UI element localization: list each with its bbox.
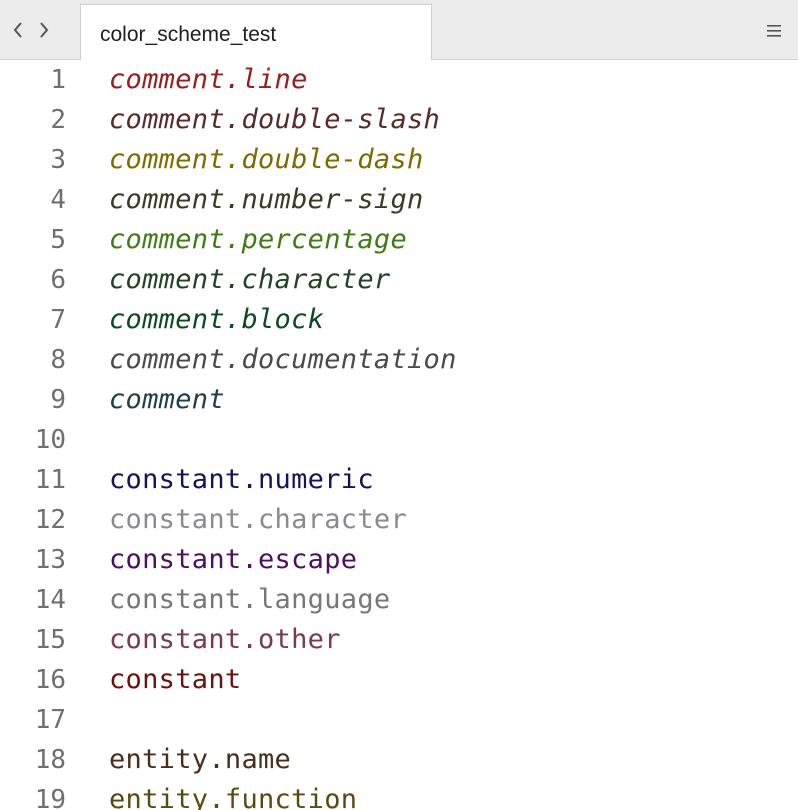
code-text: constant (109, 664, 242, 695)
line-number: 7 (50, 305, 66, 335)
code-line[interactable]: 15 constant.other (0, 620, 798, 660)
code-text: constant.character (109, 504, 407, 535)
code-line[interactable]: 3 comment.double-dash (0, 140, 798, 180)
code-editor[interactable]: 1 comment.line 2 comment.double-slash 3 comme… (0, 60, 798, 810)
code-line[interactable]: 6 comment.character (0, 260, 798, 300)
line-number: 15 (34, 625, 66, 655)
code-text: comment.number-sign (109, 184, 424, 215)
code-line[interactable]: 5 comment.percentage (0, 220, 798, 260)
code-line[interactable]: 4 comment.number-sign (0, 180, 798, 220)
line-number: 3 (50, 145, 66, 175)
tab-color-scheme-test[interactable]: color_scheme_test (80, 4, 432, 61)
code-line[interactable]: 7 comment.block (0, 300, 798, 340)
navigation-arrows (10, 18, 52, 42)
code-line[interactable]: 16 constant (0, 660, 798, 700)
line-number: 9 (50, 385, 66, 415)
code-text: comment.documentation (109, 344, 457, 375)
hamburger-menu-icon[interactable] (764, 20, 784, 42)
line-number: 16 (34, 665, 66, 695)
code-line[interactable]: 13 constant.escape (0, 540, 798, 580)
chevron-right-icon[interactable] (36, 18, 52, 42)
code-line[interactable]: 1 comment.line (0, 60, 798, 100)
code-text: entity.name (109, 744, 292, 775)
line-number: 19 (34, 785, 66, 810)
code-text: comment.percentage (109, 224, 407, 255)
line-number: 5 (50, 225, 66, 255)
line-number: 2 (50, 105, 66, 135)
code-line[interactable]: 18 entity.name (0, 740, 798, 780)
code-line[interactable]: 19 entity.function (0, 780, 798, 810)
code-text: comment (109, 384, 225, 415)
code-text: comment.double-dash (109, 144, 424, 175)
code-line[interactable]: 2 comment.double-slash (0, 100, 798, 140)
line-number: 1 (50, 65, 66, 95)
code-text: constant.other (109, 624, 341, 655)
editor-window: color_scheme_test 1 comment.line 2 comment.… (0, 0, 798, 810)
code-line[interactable]: 12 constant.character (0, 500, 798, 540)
code-text: comment.double-slash (109, 104, 441, 135)
line-number: 18 (34, 745, 66, 775)
code-text: comment.line (109, 64, 308, 95)
tab-bar: color_scheme_test (0, 0, 798, 61)
code-line[interactable]: 8 comment.documentation (0, 340, 798, 380)
line-number: 11 (34, 465, 66, 495)
code-line[interactable]: 14 constant.language (0, 580, 798, 620)
code-text: constant.language (109, 584, 391, 615)
line-number: 8 (50, 345, 66, 375)
line-number: 6 (50, 265, 66, 295)
code-line[interactable]: 11 constant.numeric (0, 460, 798, 500)
code-text: constant.numeric (109, 464, 374, 495)
chevron-left-icon[interactable] (10, 18, 26, 42)
line-number: 17 (34, 705, 66, 735)
line-number: 13 (34, 545, 66, 575)
line-number: 12 (34, 505, 66, 535)
code-line[interactable]: 9 comment (0, 380, 798, 420)
line-number: 10 (34, 425, 66, 455)
code-line[interactable]: 17 (0, 700, 798, 740)
code-text: comment.block (109, 304, 325, 335)
code-text: constant.escape (109, 544, 358, 575)
code-text: entity.function (109, 784, 358, 810)
line-number: 14 (34, 585, 66, 615)
line-number: 4 (50, 185, 66, 215)
code-line[interactable]: 10 (0, 420, 798, 460)
code-text: comment.character (109, 264, 391, 295)
tab-title: color_scheme_test (100, 23, 277, 46)
